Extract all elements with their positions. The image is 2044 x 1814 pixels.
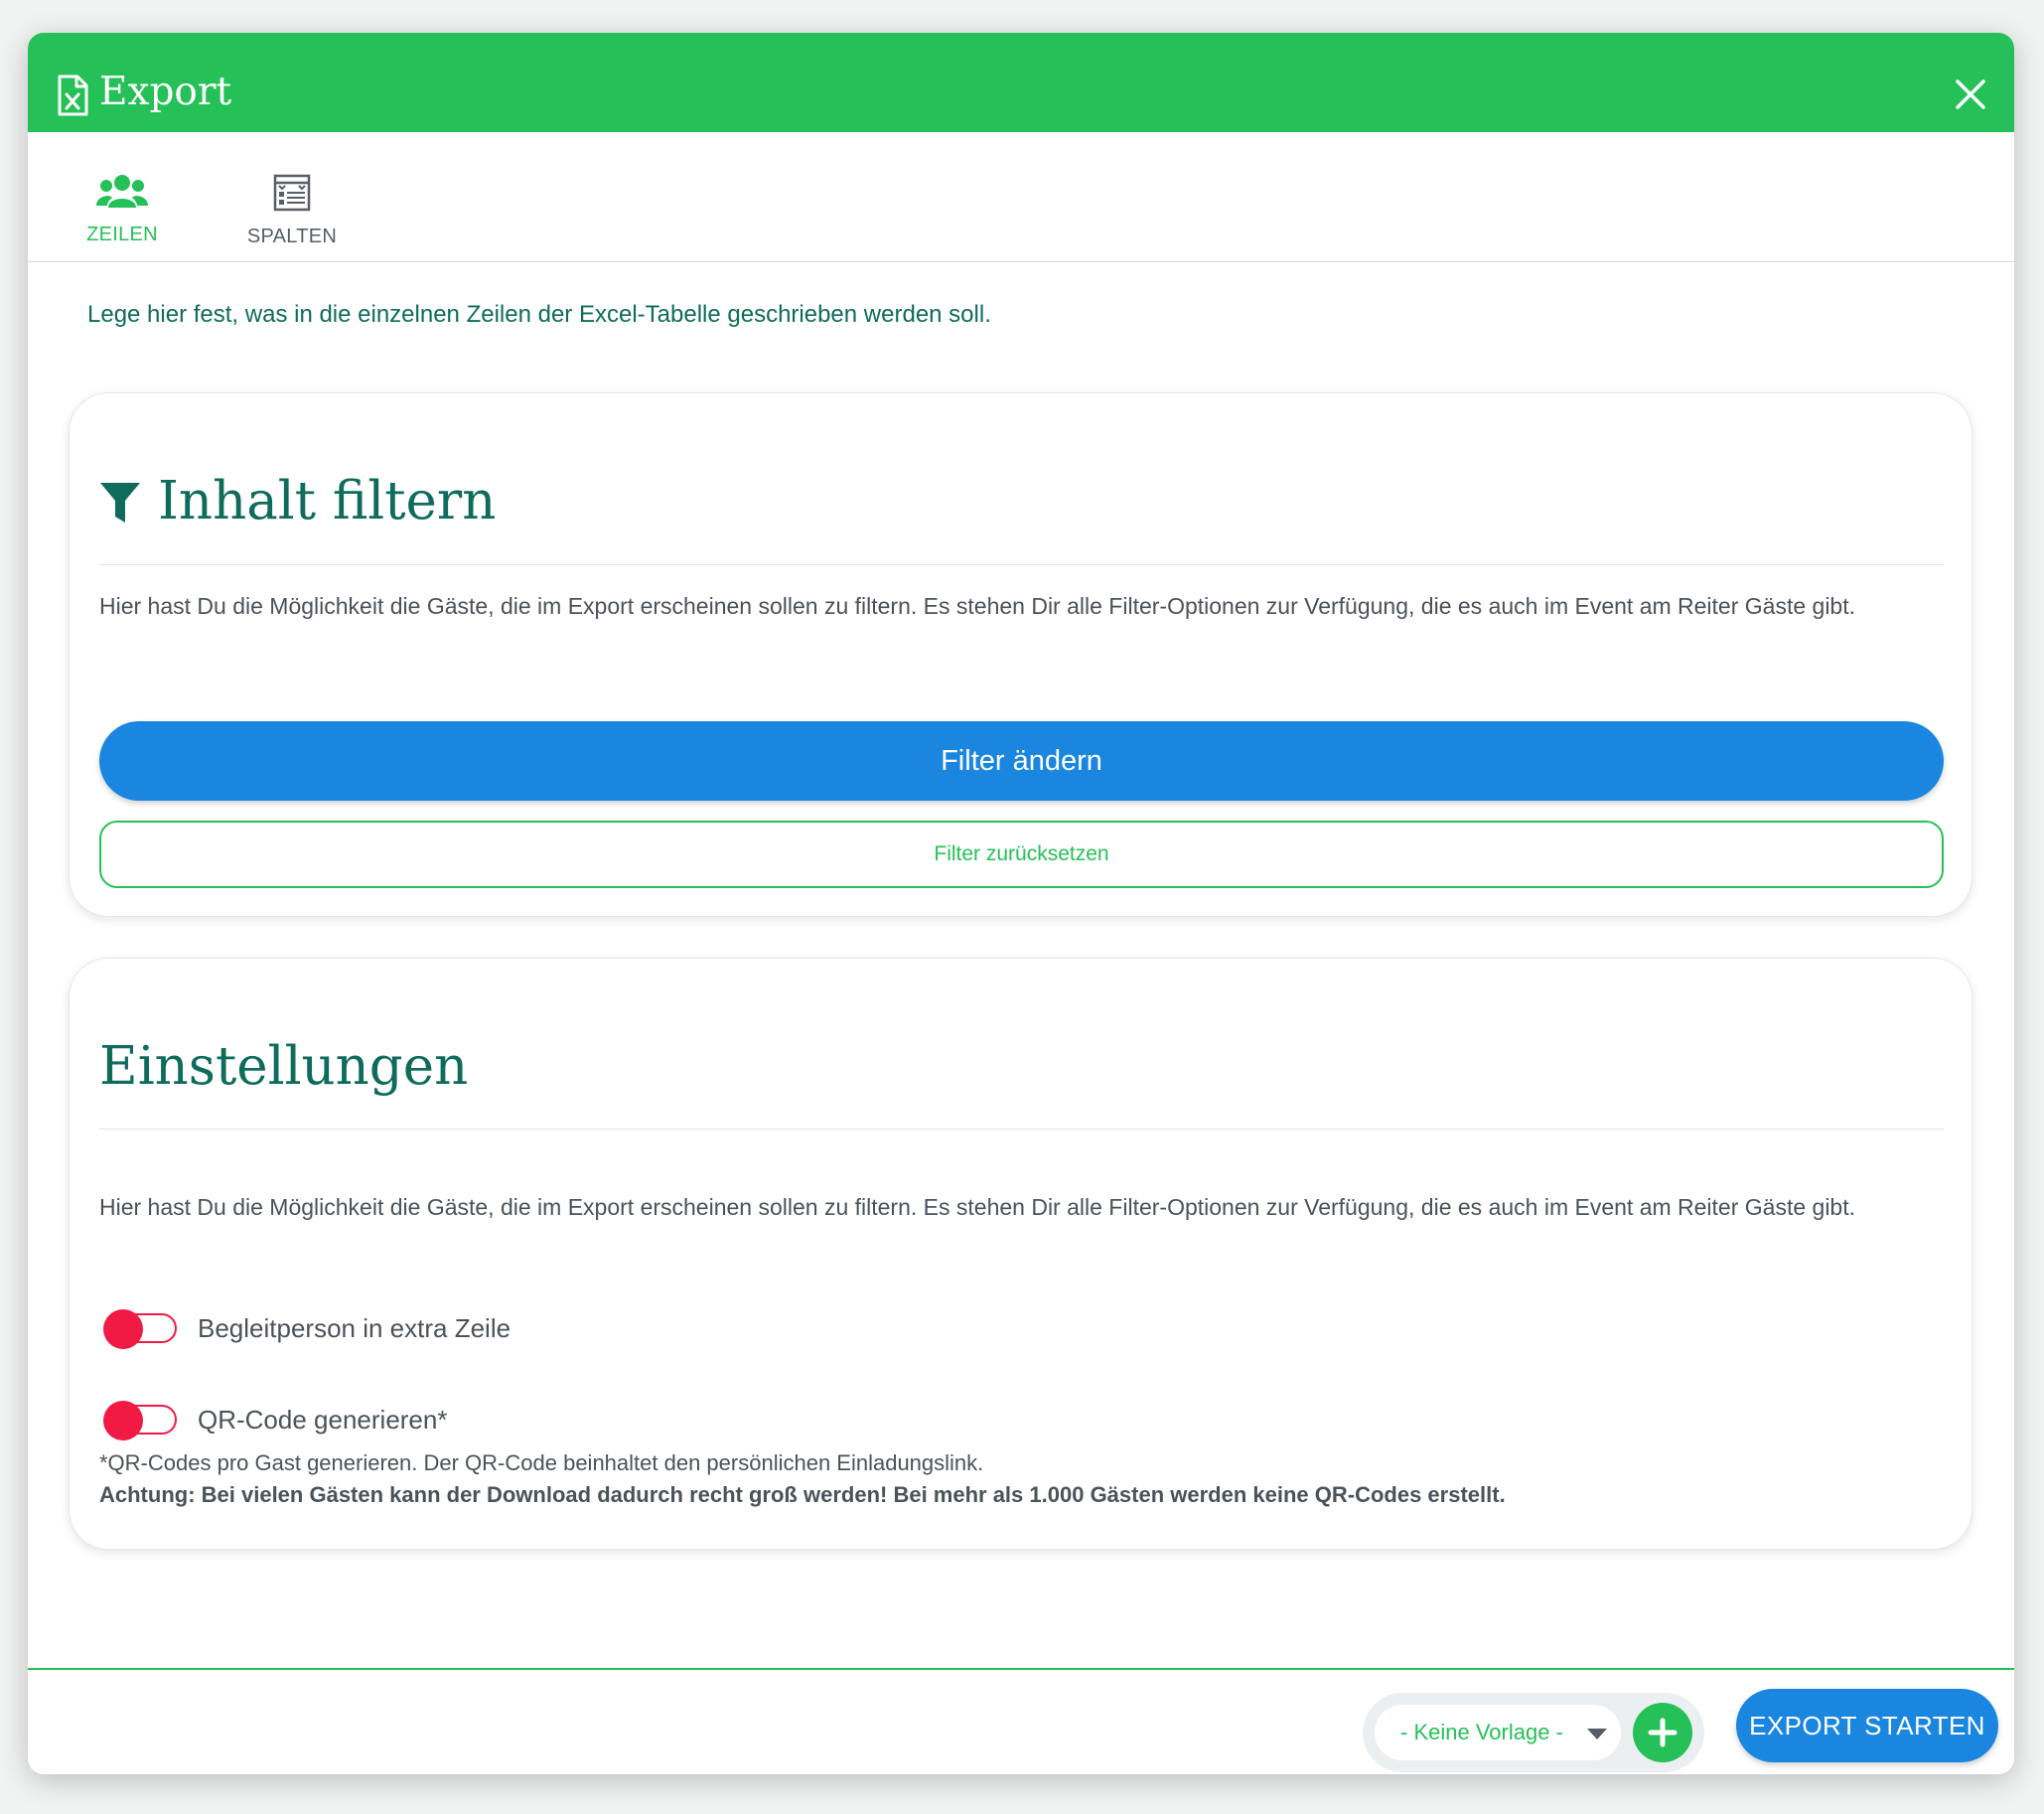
qr-warning-text: Achtung: Bei vielen Gästen kann der Down… <box>99 1482 1506 1507</box>
intro-text: Lege hier fest, was in die einzelnen Zei… <box>87 301 991 328</box>
filter-card-title: Inhalt filtern <box>158 471 497 531</box>
qr-note: *QR-Codes pro Gast generieren. Der QR-Co… <box>99 1447 1506 1511</box>
toggle-knob <box>103 1309 143 1349</box>
close-icon[interactable] <box>1955 78 1986 110</box>
toggle-switch[interactable] <box>103 1309 177 1349</box>
dialog-title: Export <box>99 70 232 114</box>
template-select-value: - Keine Vorlage - <box>1400 1720 1563 1744</box>
columns-table-icon <box>273 174 311 212</box>
settings-description: Hier hast Du die Möglichkeit die Gäste, … <box>99 1194 1856 1220</box>
toggle-qr-code-row[interactable]: QR-Code generieren* <box>103 1400 448 1440</box>
chevron-down-icon <box>1587 1729 1607 1739</box>
toggle-switch[interactable] <box>103 1401 177 1440</box>
footer-divider <box>28 1668 2014 1670</box>
toggle-knob <box>103 1401 143 1440</box>
dialog-header: Export <box>28 33 2014 132</box>
tab-label: SPALTEN <box>246 226 338 247</box>
users-icon <box>96 175 148 208</box>
tab-spalten[interactable]: SPALTEN <box>232 132 352 262</box>
toggle-label: QR-Code generieren* <box>198 1404 448 1435</box>
filter-card: Inhalt filtern Hier hast Du die Möglichk… <box>69 392 1972 917</box>
start-export-button[interactable]: EXPORT STARTEN <box>1736 1689 1998 1762</box>
reset-filter-button[interactable]: Filter zurücksetzen <box>99 821 1944 888</box>
settings-card-title: Einstellungen <box>99 1036 469 1097</box>
excel-file-icon <box>58 75 88 116</box>
add-template-button[interactable] <box>1633 1703 1692 1762</box>
template-select[interactable]: - Keine Vorlage - <box>1375 1705 1621 1760</box>
qr-note-text: *QR-Codes pro Gast generieren. Der QR-Co… <box>99 1450 984 1475</box>
toggle-companion-row[interactable]: Begleitperson in extra Zeile <box>103 1308 511 1349</box>
tab-zeilen[interactable]: ZEILEN <box>68 132 177 262</box>
filter-description: Hier hast Du die Möglichkeit die Gäste, … <box>99 593 1856 619</box>
export-dialog: Export ZEILEN SPALTEN Lege hier fest, wa… <box>28 33 2014 1774</box>
divider <box>99 564 1944 565</box>
tab-label: ZEILEN <box>86 224 158 245</box>
tab-bar: ZEILEN SPALTEN <box>28 132 2014 262</box>
funnel-icon <box>100 483 140 523</box>
divider <box>99 1129 1944 1130</box>
toggle-label: Begleitperson in extra Zeile <box>198 1312 511 1343</box>
template-group: - Keine Vorlage - <box>1363 1693 1704 1772</box>
settings-card: Einstellungen Hier hast Du die Möglichke… <box>69 958 1972 1550</box>
change-filter-button[interactable]: Filter ändern <box>99 721 1944 801</box>
plus-icon <box>1648 1718 1678 1747</box>
